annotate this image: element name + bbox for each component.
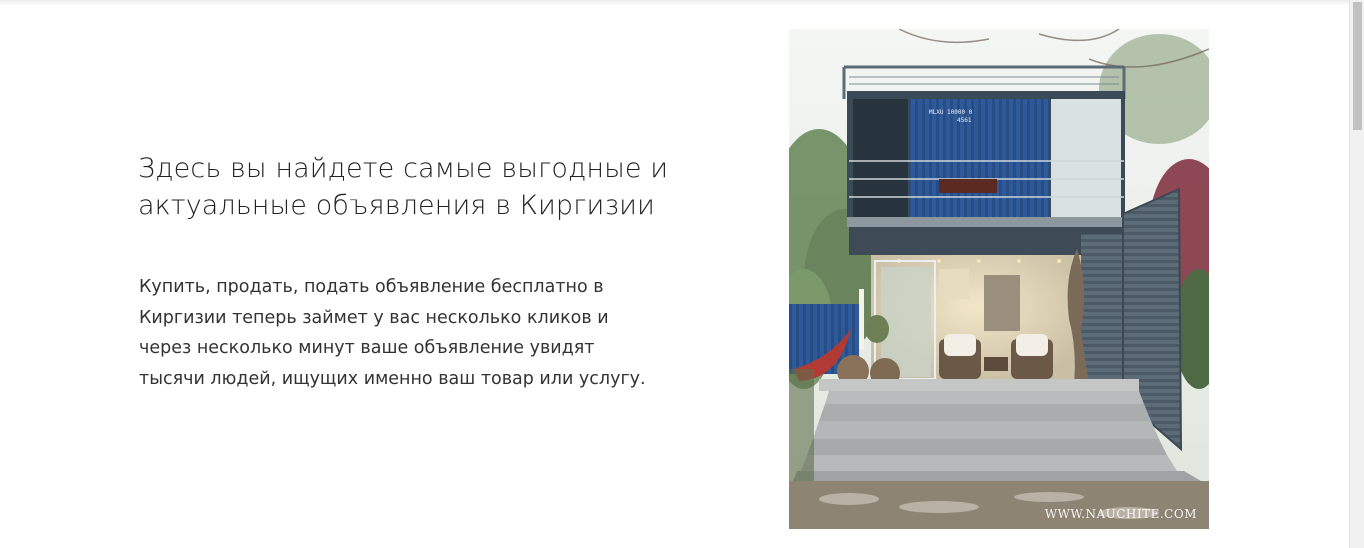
svg-text:4561: 4561 — [957, 117, 972, 124]
page-scrollbar[interactable] — [1349, 0, 1364, 548]
photo-watermark: WWW.NAUCHITE.COM — [1044, 507, 1197, 521]
svg-text:MLXU 10000 0: MLXU 10000 0 — [929, 109, 973, 116]
concrete-stairs — [793, 391, 1201, 481]
section-headline: Здесь вы найдете самые выгодные и актуал… — [138, 153, 669, 221]
container-house-photo: MLXU 10000 0 4561 WWW.NAUCHITE.COM — [789, 29, 1209, 529]
scrollbar-thumb[interactable] — [1353, 2, 1362, 130]
header-shadow — [0, 0, 1349, 6]
section-description: Купить, продать, подать объявление беспл… — [139, 277, 646, 389]
